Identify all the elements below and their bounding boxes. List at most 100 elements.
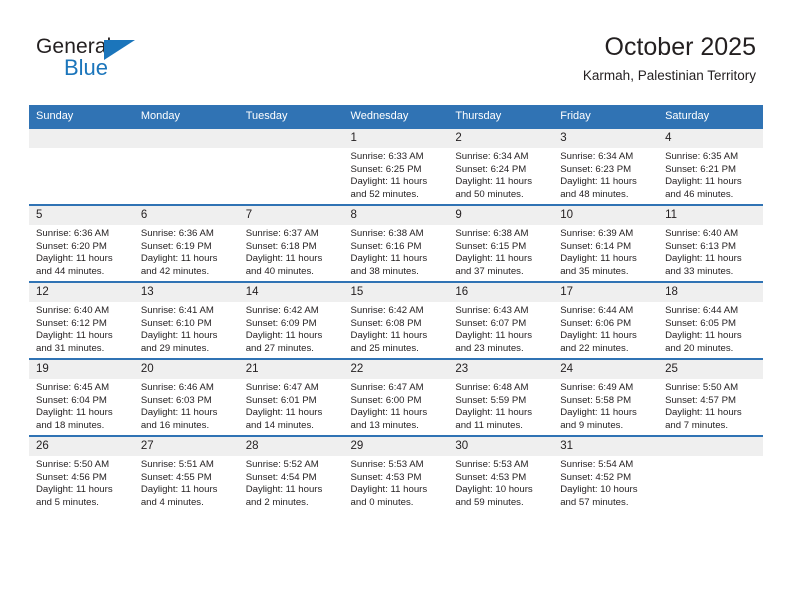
- sunset-text: Sunset: 6:23 PM: [560, 163, 632, 175]
- calendar-day-cell[interactable]: 28 Sunrise: 5:52 AM Sunset: 4:54 PM Dayligh…: [238, 435, 344, 512]
- page-header: General Blue October 2025 Karmah, Palest…: [0, 0, 792, 100]
- calendar-day-cell[interactable]: 3 Sunrise: 6:34 AM Sunset: 6:23 PM Daylight…: [553, 127, 659, 205]
- calendar-day-cell[interactable]: 24 Sunrise: 6:49 AM Sunset: 5:58 PM Dayligh…: [553, 358, 659, 436]
- calendar-day-cell[interactable]: 16 Sunrise: 6:43 AM Sunset: 6:07 PM Dayligh…: [448, 281, 554, 359]
- calendar-day-cell[interactable]: 21 Sunrise: 6:47 AM Sunset: 6:01 PM Dayligh…: [238, 358, 344, 436]
- daylight-text-line1: Daylight: 11 hours: [350, 253, 428, 265]
- calendar-day-cell[interactable]: 27 Sunrise: 5:51 AM Sunset: 4:55 PM Dayligh…: [133, 435, 239, 512]
- day-details: Sunrise: 6:35 AM Sunset: 6:21 PM Daylight:…: [658, 148, 763, 201]
- daylight-text-line2: and 16 minutes.: [140, 419, 210, 431]
- sunrise-sunset-calendar: Sunday Monday Tuesday Wednesday Thursday…: [29, 105, 763, 512]
- daylight-text-line2: and 0 minutes.: [350, 496, 414, 508]
- calendar-day-cell[interactable]: 23 Sunrise: 6:48 AM Sunset: 5:59 PM Dayligh…: [448, 358, 554, 436]
- daylight-text-line2: and 18 minutes.: [36, 419, 105, 431]
- calendar-day-cell[interactable]: 2 Sunrise: 6:34 AM Sunset: 6:24 PM Daylight…: [448, 127, 554, 205]
- day-details: Sunrise: 6:41 AM Sunset: 6:10 PM Daylight:…: [134, 302, 239, 355]
- calendar-day-cell[interactable]: 29 Sunrise: 5:53 AM Sunset: 4:53 PM Dayligh…: [343, 435, 449, 512]
- calendar-day-cell[interactable]: 30 Sunrise: 5:53 AM Sunset: 4:53 PM Dayligh…: [448, 435, 554, 512]
- daylight-text-line2: and 59 minutes.: [455, 496, 524, 508]
- sunrise-text: Sunrise: 6:41 AM: [140, 305, 214, 316]
- sunrise-text: Sunrise: 6:38 AM: [350, 228, 424, 239]
- calendar-day-cell[interactable]: 19 Sunrise: 6:45 AM Sunset: 6:04 PM Dayligh…: [29, 358, 134, 436]
- sunrise-text: Sunrise: 6:49 AM: [560, 382, 634, 393]
- calendar-day-cell[interactable]: 7 Sunrise: 6:37 AM Sunset: 6:18 PM Daylight…: [238, 204, 344, 282]
- calendar-day-cell[interactable]: 9 Sunrise: 6:38 AM Sunset: 6:15 PM Daylight…: [448, 204, 554, 282]
- calendar-day-cell[interactable]: 18 Sunrise: 6:44 AM Sunset: 6:05 PM Dayligh…: [658, 281, 763, 359]
- day-number: 9: [448, 206, 554, 225]
- calendar-day-cell[interactable]: 25 Sunrise: 5:50 AM Sunset: 4:57 PM Dayligh…: [658, 358, 763, 436]
- sunset-text: Sunset: 4:53 PM: [350, 471, 422, 483]
- day-details: Sunrise: 5:50 AM Sunset: 4:56 PM Daylight:…: [29, 456, 134, 509]
- sunset-text: Sunset: 4:56 PM: [36, 471, 107, 483]
- general-blue-logo[interactable]: General Blue: [36, 36, 236, 82]
- sunset-text: Sunset: 6:05 PM: [665, 317, 736, 329]
- daylight-text-line2: and 42 minutes.: [140, 265, 210, 277]
- sunset-text: Sunset: 5:59 PM: [455, 394, 527, 406]
- sunrise-text: Sunrise: 6:33 AM: [350, 151, 424, 162]
- calendar-day-cell[interactable]: 12 Sunrise: 6:40 AM Sunset: 6:12 PM Dayligh…: [29, 281, 134, 359]
- day-details: Sunrise: 6:38 AM Sunset: 6:15 PM Daylight:…: [448, 225, 553, 278]
- day-details: Sunrise: 6:33 AM Sunset: 6:25 PM Daylight:…: [344, 148, 449, 201]
- calendar-day-cell[interactable]: 4 Sunrise: 6:35 AM Sunset: 6:21 PM Daylight…: [658, 127, 763, 205]
- sunrise-text: Sunrise: 6:40 AM: [665, 228, 739, 239]
- calendar-day-cell[interactable]: 31 Sunrise: 5:54 AM Sunset: 4:52 PM Dayligh…: [553, 435, 659, 512]
- weekday-header-monday: Monday: [133, 105, 239, 128]
- daylight-text-line2: and 5 minutes.: [36, 496, 99, 508]
- weekday-header-thursday: Thursday: [448, 105, 554, 128]
- day-details: Sunrise: 6:43 AM Sunset: 6:07 PM Daylight:…: [448, 302, 553, 355]
- page-title: October 2025: [604, 33, 757, 61]
- daylight-text-line2: and 2 minutes.: [245, 496, 309, 508]
- day-details: Sunrise: 6:42 AM Sunset: 6:08 PM Daylight:…: [344, 302, 449, 355]
- calendar-day-cell[interactable]: 17 Sunrise: 6:44 AM Sunset: 6:06 PM Dayligh…: [553, 281, 659, 359]
- calendar-day-cell[interactable]: 8 Sunrise: 6:38 AM Sunset: 6:16 PM Daylight…: [343, 204, 449, 282]
- calendar-page: General Blue October 2025 Karmah, Palest…: [0, 0, 792, 612]
- calendar-day-cell[interactable]: 5 Sunrise: 6:36 AM Sunset: 6:20 PM Daylight…: [29, 204, 134, 282]
- calendar-day-cell[interactable]: 22 Sunrise: 6:47 AM Sunset: 6:00 PM Dayligh…: [343, 358, 449, 436]
- day-details: Sunrise: 6:48 AM Sunset: 5:59 PM Daylight:…: [448, 379, 553, 432]
- calendar-day-cell[interactable]: 15 Sunrise: 6:42 AM Sunset: 6:08 PM Dayligh…: [343, 281, 449, 359]
- calendar-day-cell[interactable]: 1 Sunrise: 6:33 AM Sunset: 6:25 PM Daylight…: [343, 127, 449, 205]
- sunset-text: Sunset: 6:18 PM: [245, 240, 317, 252]
- daylight-text-line2: and 35 minutes.: [560, 265, 629, 277]
- sunset-text: Sunset: 4:55 PM: [140, 471, 212, 483]
- sunrise-text: Sunrise: 6:48 AM: [455, 382, 529, 393]
- day-number: 26: [29, 437, 134, 456]
- calendar-day-cell[interactable]: 20 Sunrise: 6:46 AM Sunset: 6:03 PM Dayligh…: [133, 358, 239, 436]
- day-number: 24: [553, 360, 659, 379]
- daylight-text-line2: and 48 minutes.: [560, 188, 629, 200]
- day-details: Sunrise: 6:42 AM Sunset: 6:09 PM Daylight:…: [239, 302, 344, 355]
- calendar-day-cell[interactable]: 11 Sunrise: 6:40 AM Sunset: 6:13 PM Dayligh…: [658, 204, 763, 282]
- sunset-text: Sunset: 6:10 PM: [140, 317, 212, 329]
- sunrise-text: Sunrise: 6:40 AM: [36, 305, 110, 316]
- sunrise-text: Sunrise: 6:44 AM: [665, 305, 739, 316]
- day-details: Sunrise: 6:46 AM Sunset: 6:03 PM Daylight:…: [134, 379, 239, 432]
- daylight-text-line1: Daylight: 11 hours: [245, 253, 323, 265]
- calendar-day-cell[interactable]: 10 Sunrise: 6:39 AM Sunset: 6:14 PM Dayligh…: [553, 204, 659, 282]
- daylight-text-line1: Daylight: 10 hours: [455, 484, 533, 496]
- sunrise-text: Sunrise: 6:47 AM: [350, 382, 424, 393]
- calendar-day-cell[interactable]: 6 Sunrise: 6:36 AM Sunset: 6:19 PM Daylight…: [133, 204, 239, 282]
- day-details: Sunrise: 6:44 AM Sunset: 6:05 PM Daylight:…: [658, 302, 763, 355]
- daylight-text-line2: and 46 minutes.: [665, 188, 734, 200]
- day-number: 1: [343, 129, 449, 148]
- day-details: Sunrise: 5:53 AM Sunset: 4:53 PM Daylight:…: [448, 456, 553, 509]
- daylight-text-line1: Daylight: 11 hours: [665, 407, 742, 419]
- calendar-empty-cell: [29, 127, 134, 205]
- day-number: [238, 129, 344, 148]
- calendar-day-cell[interactable]: 13 Sunrise: 6:41 AM Sunset: 6:10 PM Dayligh…: [133, 281, 239, 359]
- sunrise-text: Sunrise: 6:36 AM: [140, 228, 214, 239]
- daylight-text-line1: Daylight: 11 hours: [350, 407, 428, 419]
- daylight-text-line1: Daylight: 11 hours: [560, 176, 637, 188]
- daylight-text-line1: Daylight: 11 hours: [36, 407, 113, 419]
- day-number: 28: [238, 437, 344, 456]
- weekday-header-friday: Friday: [553, 105, 659, 128]
- daylight-text-line2: and 27 minutes.: [245, 342, 314, 354]
- day-details: Sunrise: 5:52 AM Sunset: 4:54 PM Daylight:…: [239, 456, 344, 509]
- calendar-day-cell[interactable]: 26 Sunrise: 5:50 AM Sunset: 4:56 PM Dayligh…: [29, 435, 134, 512]
- day-number: 3: [553, 129, 659, 148]
- day-number: [133, 129, 239, 148]
- daylight-text-line2: and 40 minutes.: [245, 265, 314, 277]
- calendar-day-cell[interactable]: 14 Sunrise: 6:42 AM Sunset: 6:09 PM Dayligh…: [238, 281, 344, 359]
- day-number: 2: [448, 129, 554, 148]
- day-number: 6: [133, 206, 239, 225]
